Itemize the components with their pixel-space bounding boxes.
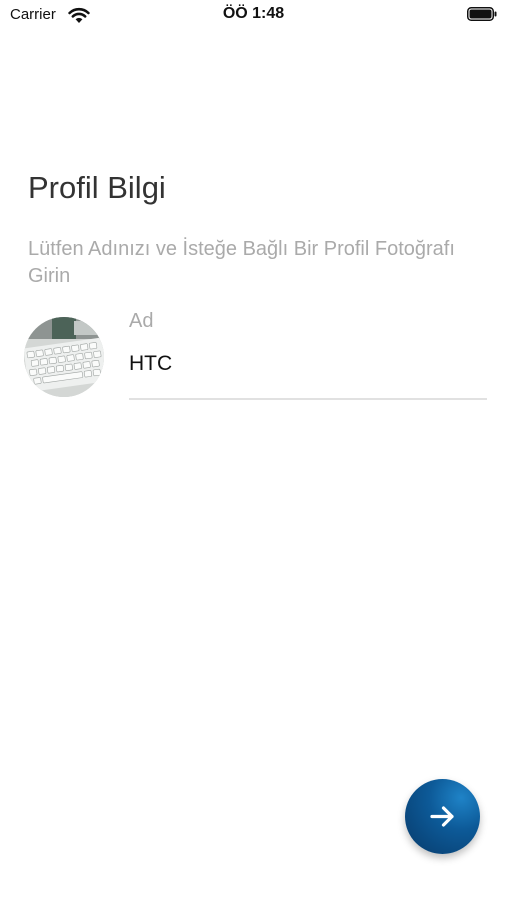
name-field-label: Ad — [129, 310, 154, 332]
profile-photo[interactable] — [24, 317, 104, 397]
battery-icon — [467, 7, 497, 21]
name-input[interactable] — [129, 352, 479, 376]
page-title: Profil Bilgi — [28, 170, 166, 205]
name-field: Ad — [129, 306, 487, 400]
status-bar: Carrier ÖÖ 1:48 — [0, 0, 507, 30]
page-subtitle: Lütfen Adınızı ve İsteğe Bağlı Bir Profi… — [28, 238, 455, 287]
keyboard-photo-image — [24, 317, 104, 397]
next-button[interactable] — [405, 779, 480, 854]
arrow-right-icon — [430, 806, 454, 827]
clock: ÖÖ 1:48 — [222, 5, 285, 22]
